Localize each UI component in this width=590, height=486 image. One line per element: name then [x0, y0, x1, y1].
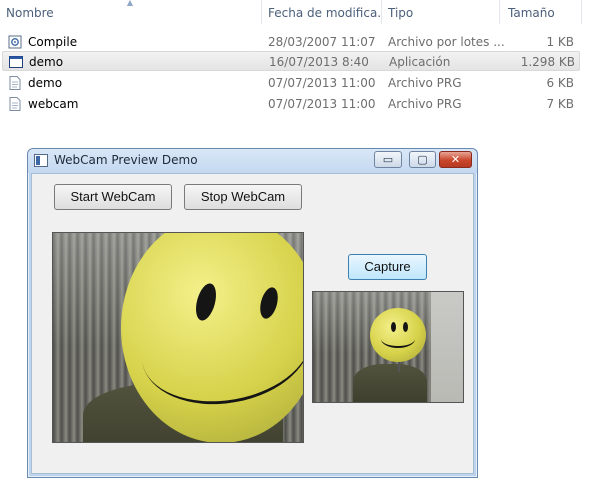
- close-icon: ✕: [450, 153, 461, 166]
- file-row-selected[interactable]: demo 16/07/2013 8:40 Aplicación 1.298 KB: [2, 51, 580, 71]
- webcam-live-preview: [52, 232, 304, 443]
- minimize-button[interactable]: ▭: [374, 151, 402, 168]
- file-type: Aplicación: [389, 55, 451, 69]
- file-row[interactable]: Compile 28/03/2007 11:07 Archivo por lot…: [2, 32, 580, 52]
- column-type-label: Tipo: [388, 6, 414, 20]
- file-type: Archivo PRG: [388, 97, 462, 111]
- file-date: 28/03/2007 11:07: [268, 35, 376, 49]
- column-header-type[interactable]: Tipo: [382, 0, 500, 24]
- start-webcam-button[interactable]: Start WebCam: [54, 184, 172, 210]
- file-date: 16/07/2013 8:40: [269, 55, 369, 69]
- sort-ascending-icon: ▲: [126, 0, 134, 7]
- application-icon: [9, 56, 23, 68]
- batch-file-icon: [8, 35, 22, 49]
- file-date: 07/07/2013 11:00: [268, 76, 376, 90]
- file-name: demo: [28, 76, 63, 90]
- balloon-smile: [381, 330, 415, 348]
- balloon-smile: [132, 279, 303, 417]
- column-name-label: Nombre: [6, 6, 54, 20]
- window-app-icon: [34, 154, 48, 167]
- file-explorer: Nombre ▲ Fecha de modifica... Tipo Tamañ…: [0, 0, 590, 130]
- person-shirt: [353, 364, 427, 402]
- file-type: Archivo por lotes ...: [388, 35, 505, 49]
- prg-file-icon: [9, 76, 21, 90]
- file-row[interactable]: demo 07/07/2013 11:00 Archivo PRG 6 KB: [2, 73, 580, 93]
- maximize-button[interactable]: ▢: [409, 151, 436, 168]
- prg-file-icon: [9, 97, 21, 111]
- maximize-icon: ▢: [417, 153, 428, 166]
- file-size: 7 KB: [546, 97, 574, 111]
- window-client-area: Start WebCam Stop WebCam Capture: [31, 173, 474, 474]
- column-header-size[interactable]: Tamaño: [502, 0, 582, 24]
- file-size: 1 KB: [546, 35, 574, 49]
- file-name: webcam: [28, 97, 79, 111]
- capture-button[interactable]: Capture: [348, 254, 427, 280]
- title-bar[interactable]: WebCam Preview Demo ▭ ▢ ✕: [28, 149, 477, 173]
- close-button[interactable]: ✕: [439, 151, 472, 168]
- column-header-date[interactable]: Fecha de modifica...: [262, 0, 382, 24]
- column-header-row: Nombre ▲ Fecha de modifica... Tipo Tamañ…: [0, 0, 590, 24]
- file-size: 1.298 KB: [520, 55, 575, 69]
- file-row[interactable]: webcam 07/07/2013 11:00 Archivo PRG 7 KB: [2, 94, 580, 114]
- window-title: WebCam Preview Demo: [54, 153, 198, 167]
- stop-webcam-button[interactable]: Stop WebCam: [184, 184, 302, 210]
- file-type: Archivo PRG: [388, 76, 462, 90]
- smiley-balloon: [370, 308, 426, 362]
- file-date: 07/07/2013 11:00: [268, 97, 376, 111]
- minimize-icon: ▭: [382, 153, 394, 166]
- column-size-label: Tamaño: [508, 6, 555, 20]
- wall-background: [431, 292, 463, 402]
- file-size: 6 KB: [546, 76, 574, 90]
- webcam-preview-window: WebCam Preview Demo ▭ ▢ ✕ Start WebCam S…: [27, 148, 478, 478]
- file-name: demo: [29, 55, 64, 69]
- column-date-label: Fecha de modifica...: [268, 6, 382, 20]
- file-name: Compile: [28, 35, 78, 49]
- captured-frame: [312, 291, 464, 403]
